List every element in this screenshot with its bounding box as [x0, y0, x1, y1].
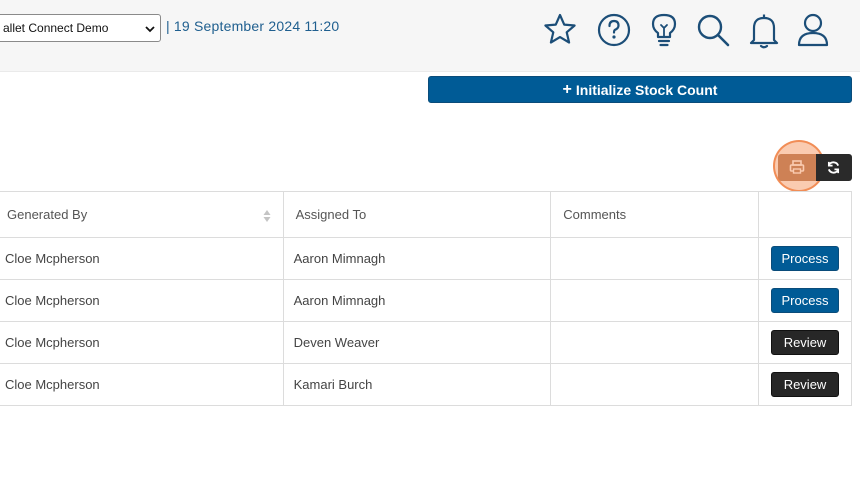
- top-bar: allet Connect Demo | 19 September 2024 1…: [0, 0, 860, 72]
- column-header-label: Assigned To: [295, 207, 367, 222]
- cell-generated-by: Cloe Mcpherson: [0, 237, 284, 280]
- initialize-stock-count-label: Initialize Stock Count: [575, 81, 718, 98]
- table-row: Cloe Mcpherson Aaron Mimnagh Process: [0, 279, 852, 322]
- table-header-row: Generated By Assigned To Comments: [0, 191, 852, 238]
- initialize-stock-count-button[interactable]: + Initialize Stock Count: [428, 76, 852, 103]
- cell-comments: [550, 237, 760, 280]
- refresh-icon: [827, 161, 840, 174]
- process-button[interactable]: Process: [771, 288, 839, 313]
- column-header-label: Comments: [563, 207, 627, 222]
- cell-generated-by: Cloe Mcpherson: [0, 321, 284, 364]
- table-row: Cloe Mcpherson Deven Weaver Review: [0, 321, 852, 364]
- cell-action: Review: [758, 363, 852, 406]
- cell-comments: [550, 279, 760, 322]
- cell-assigned-to: Kamari Burch: [282, 363, 552, 406]
- column-header-generated-by[interactable]: Generated By: [0, 191, 284, 238]
- lightbulb-icon[interactable]: [644, 10, 684, 50]
- table-row: Cloe Mcpherson Kamari Burch Review: [0, 363, 852, 406]
- table-row: Cloe Mcpherson Aaron Mimnagh Process: [0, 237, 852, 280]
- cell-generated-by: Cloe Mcpherson: [0, 363, 284, 406]
- column-header-comments[interactable]: Comments: [550, 191, 760, 238]
- current-datetime: | 19 September 2024 11:20: [166, 18, 340, 34]
- company-select-value: allet Connect Demo: [3, 21, 109, 35]
- plus-icon: +: [562, 80, 572, 98]
- process-button[interactable]: Process: [771, 246, 839, 271]
- cell-comments: [550, 321, 760, 364]
- chevron-down-icon: [145, 26, 155, 33]
- print-button[interactable]: [778, 154, 816, 181]
- review-button[interactable]: Review: [771, 372, 839, 397]
- column-header-actions: [758, 191, 852, 238]
- column-header-assigned-to[interactable]: Assigned To: [282, 191, 552, 238]
- cell-action: Process: [758, 237, 852, 280]
- print-icon: [789, 160, 805, 174]
- stock-count-table: Generated By Assigned To Comments Cloe M…: [0, 191, 852, 406]
- refresh-button[interactable]: [816, 154, 852, 181]
- star-icon[interactable]: [540, 10, 580, 50]
- cell-comments: [550, 363, 760, 406]
- user-icon[interactable]: [793, 10, 833, 50]
- column-header-label: Generated By: [7, 206, 88, 222]
- company-select[interactable]: allet Connect Demo: [0, 14, 161, 42]
- sort-icon: [263, 209, 271, 222]
- search-icon[interactable]: [693, 10, 733, 50]
- bell-icon[interactable]: [744, 10, 784, 50]
- cell-assigned-to: Aaron Mimnagh: [282, 279, 552, 322]
- cell-action: Process: [758, 279, 852, 322]
- help-circle-icon[interactable]: [594, 10, 634, 50]
- cell-action: Review: [758, 321, 852, 364]
- cell-assigned-to: Deven Weaver: [282, 321, 552, 364]
- cell-assigned-to: Aaron Mimnagh: [282, 237, 552, 280]
- review-button[interactable]: Review: [771, 330, 839, 355]
- cell-generated-by: Cloe Mcpherson: [0, 279, 284, 322]
